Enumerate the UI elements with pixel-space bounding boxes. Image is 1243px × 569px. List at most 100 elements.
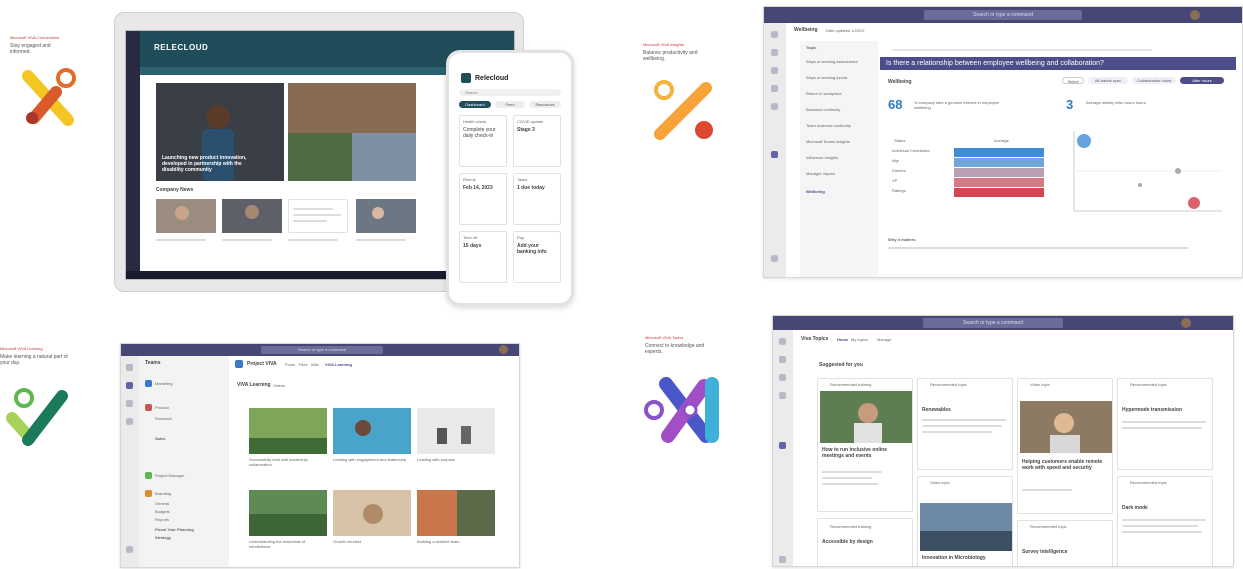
nav-item-active[interactable]: Wellbeing	[806, 189, 825, 194]
channel-item[interactable]: Reports	[155, 517, 169, 522]
course-thumb-6[interactable]	[417, 490, 495, 536]
tab-home[interactable]: Home	[837, 337, 848, 342]
card-title: Tasks	[517, 177, 528, 182]
news-card-3[interactable]	[288, 199, 348, 233]
activity-icon[interactable]	[126, 364, 133, 371]
nav-item[interactable]: Team business continuity	[806, 123, 851, 128]
teams-icon[interactable]	[779, 374, 786, 381]
tab-title: Wellbeing	[794, 27, 818, 33]
phone-card-6[interactable]: Pay Add your banking info	[513, 231, 561, 283]
nav-item[interactable]: Influencer insights	[806, 155, 838, 160]
heat-cell-5	[954, 188, 1044, 197]
news-thumb-1[interactable]	[156, 199, 216, 233]
phone-tab-feed[interactable]: Feed	[495, 101, 525, 108]
user-avatar[interactable]	[499, 345, 508, 354]
filter-allhands[interactable]: All-hands sync	[1088, 77, 1128, 84]
card-title: Accessible by design	[822, 539, 873, 545]
card-body: Add your banking info	[517, 243, 547, 255]
topic-card-8[interactable]: Recommended topic Survey intelligence	[1017, 520, 1113, 566]
channel-item[interactable]: Research	[155, 416, 172, 421]
insights-icon[interactable]	[771, 151, 778, 158]
channel-item[interactable]: Strategy	[155, 535, 171, 540]
nav-item[interactable]: Ways of working assessment	[806, 59, 858, 64]
news-thumb-4[interactable]	[356, 199, 416, 233]
channel-item[interactable]: Sales	[155, 436, 165, 441]
nav-item[interactable]: Microsoft Teams insights	[806, 139, 850, 144]
table-row-label: Director	[892, 168, 907, 173]
tagline-body: Stay engaged and informed.	[10, 43, 51, 55]
channel-item[interactable]: General	[155, 501, 169, 506]
team-item[interactable]: Project Manager	[155, 473, 184, 478]
nav-item[interactable]: Return to workplace	[806, 91, 842, 96]
filter-collab[interactable]: Collaboration hours	[1132, 77, 1176, 84]
teams-icon[interactable]	[771, 67, 778, 74]
tab-posts[interactable]: Posts	[285, 362, 295, 367]
phone-card-4[interactable]: Tasks 1 due today	[513, 173, 561, 225]
help-icon[interactable]	[779, 556, 786, 563]
team-item[interactable]: Marketing	[155, 381, 173, 386]
activity-icon[interactable]	[779, 338, 786, 345]
topic-card-5[interactable]: Recommended topic Dark mode	[1117, 476, 1213, 566]
news-thumb-2[interactable]	[222, 199, 282, 233]
nav-item[interactable]: Ways of working trends	[806, 75, 847, 80]
news-grid-photo[interactable]	[288, 83, 416, 181]
apps-icon[interactable]	[126, 546, 133, 553]
tagline-body: Balance productivity and wellbeing.	[643, 50, 698, 62]
topic-card-1[interactable]: Recommended training How to run inclusiv…	[817, 378, 913, 512]
team-item[interactable]: Product	[155, 405, 169, 410]
calendar-icon[interactable]	[779, 392, 786, 399]
team-item[interactable]: Branding	[155, 491, 171, 496]
tab-my-topics[interactable]: My topics	[851, 337, 868, 342]
phone-tab-dashboard[interactable]: Dashboard	[459, 101, 491, 108]
files-icon[interactable]	[126, 418, 133, 425]
nav-item[interactable]: Business continuity	[806, 107, 840, 112]
topic-card-7[interactable]: Video topic Innovation in Microbiology	[917, 476, 1013, 566]
channel-item[interactable]: Budgets	[155, 509, 170, 514]
phone-search[interactable]: Search	[459, 89, 561, 96]
card-kind: Recommended topic	[930, 382, 967, 387]
phone-card-5[interactable]: Time off 15 days	[459, 231, 507, 283]
question-banner: Is there a relationship between employee…	[880, 57, 1236, 70]
activity-icon[interactable]	[771, 31, 778, 38]
topic-nav: Topic Ways of working assessment Ways of…	[800, 41, 878, 277]
chat-icon[interactable]	[771, 49, 778, 56]
course-thumb-5[interactable]	[333, 490, 411, 536]
card-body: Feb 14, 2023	[463, 185, 493, 191]
course-thumb-1[interactable]	[249, 408, 327, 454]
calendar-icon[interactable]	[771, 85, 778, 92]
tab-files[interactable]: Files	[299, 362, 307, 367]
filter-afterhours[interactable]: After hours	[1180, 77, 1224, 84]
course-thumb-2[interactable]	[333, 408, 411, 454]
teams-list: Teams Marketing Product Research Sales P…	[139, 356, 229, 567]
user-avatar[interactable]	[1181, 318, 1191, 328]
topic-card-6[interactable]: Accessible by design Recommended trainin…	[817, 518, 913, 566]
tab-manage[interactable]: Manage	[877, 337, 891, 342]
channel-item[interactable]: Fiscal Year Planning	[155, 527, 194, 532]
filter-select[interactable]: Select	[1062, 77, 1084, 84]
topic-card-2[interactable]: Recommended topic Renewables	[917, 378, 1013, 470]
tab-learning[interactable]: VIVA Learning	[325, 362, 352, 367]
help-icon[interactable]	[771, 255, 778, 262]
search-input[interactable]: Search or type a command	[261, 346, 383, 354]
card-kind: Recommended training	[830, 524, 872, 529]
topic-card-3[interactable]: Video topic Helping customers enable rem…	[1017, 378, 1113, 514]
phone-card-1[interactable]: Health check Complete your daily check-i…	[459, 115, 507, 167]
phone-tab-resources[interactable]: Resources	[529, 101, 561, 108]
course-thumb-4[interactable]	[249, 490, 327, 536]
files-icon[interactable]	[771, 103, 778, 110]
course-thumb-3[interactable]	[417, 408, 495, 454]
phone-card-3[interactable]: Recruit Feb 14, 2023	[459, 173, 507, 225]
search-input[interactable]: Search or type a command	[923, 318, 1063, 328]
calendar-icon[interactable]	[126, 400, 133, 407]
team-pm-icon	[145, 472, 152, 479]
topics-icon[interactable]	[779, 442, 786, 449]
chat-icon[interactable]	[779, 356, 786, 363]
topic-card-4[interactable]: Recommended topic Hypermode transmission	[1117, 378, 1213, 470]
tab-wiki[interactable]: Wiki	[311, 362, 319, 367]
feature-story[interactable]: Launching new product innovation, develo…	[156, 83, 284, 181]
teams-icon[interactable]	[126, 382, 133, 389]
user-avatar[interactable]	[1190, 10, 1200, 20]
phone-card-2[interactable]: COVID update Stage 3	[513, 115, 561, 167]
search-input[interactable]: Search or type a command	[924, 10, 1082, 20]
nav-item[interactable]: Manager impact	[806, 171, 835, 176]
